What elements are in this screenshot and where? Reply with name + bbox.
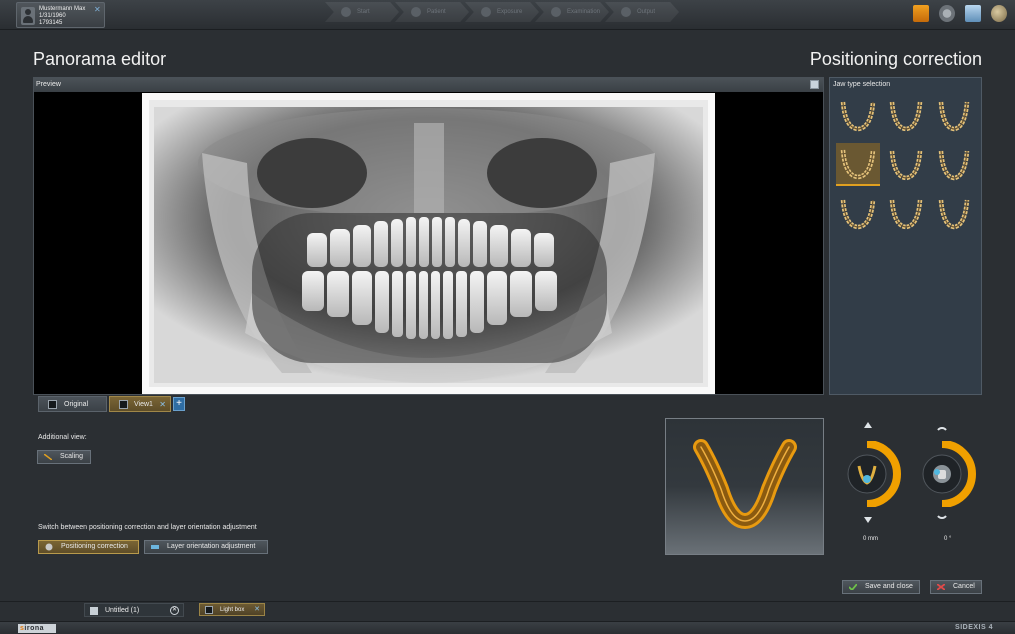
arrow-down-icon[interactable] [864, 517, 872, 523]
rotation-dial[interactable] [920, 441, 980, 507]
close-patient-icon[interactable]: ✕ [94, 6, 101, 14]
check-icon [849, 584, 857, 590]
close-document-icon[interactable]: ✕ [170, 606, 179, 615]
close-tab-icon[interactable]: ✕ [159, 397, 166, 413]
ruler-icon [44, 454, 52, 460]
rotate-cw-icon[interactable] [936, 514, 948, 524]
save-and-close-button[interactable]: Save and close [842, 580, 920, 594]
computer-icon[interactable] [965, 5, 981, 22]
lightbox-icon [205, 606, 213, 614]
jaw-type-title: Jaw type selection [833, 81, 891, 88]
shift-dial[interactable] [845, 441, 905, 507]
rotate-ccw-icon[interactable] [936, 422, 948, 432]
top-bar: Mustermann Max 1/31/1960 1793145 ✕ Start… [0, 0, 1015, 30]
switch-label: Switch between positioning correction an… [38, 524, 257, 531]
jaw-type-option[interactable] [884, 143, 928, 186]
workflow-step-patient[interactable]: Patient [395, 2, 469, 22]
panoramic-xray-image[interactable] [142, 93, 715, 394]
jaw-arch-icon [840, 101, 876, 131]
jaw-type-option[interactable] [932, 143, 976, 186]
jaw-arch-icon [840, 199, 876, 229]
preview-panel: Preview [33, 77, 824, 395]
document-tab-untitled[interactable]: Untitled (1) ✕ [84, 603, 184, 617]
layer-icon [151, 545, 159, 549]
tab-view1[interactable]: View1 ✕ [109, 396, 171, 412]
examination-icon [551, 7, 561, 17]
tooth-icon [45, 543, 53, 551]
workflow-step-output[interactable]: Output [605, 2, 679, 22]
jaw-arch-icon [889, 199, 923, 229]
cross-icon [937, 584, 945, 590]
add-view-button[interactable]: + [173, 397, 185, 411]
patient-icon [411, 7, 421, 17]
status-bar: sirona SIDEXIS 4 [0, 621, 1015, 634]
page-title: Panorama editor [33, 49, 167, 69]
workflow-steps: Start Patient Exposure Examination Outpu… [325, 2, 679, 22]
additional-view-label: Additional view: [38, 434, 87, 441]
jaw-type-option[interactable] [932, 192, 976, 235]
bottom-separator [0, 601, 1015, 602]
maximize-icon[interactable] [810, 80, 819, 89]
jaw-type-panel: Jaw type selection [829, 77, 982, 395]
tab-original[interactable]: Original [38, 396, 107, 412]
jaw-type-grid [836, 94, 978, 235]
lightbox-tab[interactable]: Light box ✕ [199, 603, 265, 616]
image-icon [119, 400, 128, 409]
sirona-logo: sirona [18, 624, 56, 633]
rotation-value: 0 ° [944, 536, 952, 542]
patient-avatar-icon [21, 7, 35, 25]
layer-orientation-button[interactable]: Layer orientation adjustment [144, 540, 268, 554]
arrow-up-icon[interactable] [864, 422, 872, 428]
patient-name: Mustermann Max [39, 6, 86, 12]
book-icon[interactable] [913, 5, 929, 22]
scaling-button[interactable]: Scaling [37, 450, 91, 464]
jaw-type-option[interactable] [884, 192, 928, 235]
preview-label: Preview [36, 81, 61, 88]
jaw-arch-icon [840, 149, 876, 179]
workflow-step-start[interactable]: Start [325, 2, 399, 22]
save-icon [90, 607, 98, 615]
jaw-type-option[interactable] [836, 192, 880, 235]
xray-svg [142, 93, 715, 394]
close-lightbox-icon[interactable]: ✕ [254, 604, 260, 616]
jaw-arch-icon [938, 199, 970, 229]
section-title: Positioning correction [809, 49, 982, 69]
patient-id: 1793145 [39, 20, 63, 26]
gear-icon[interactable] [939, 5, 955, 22]
positioning-correction-button[interactable]: Positioning correction [38, 540, 139, 554]
top-toolbar [913, 5, 1007, 22]
jaw-type-option[interactable] [884, 94, 928, 137]
jaw-arch-icon [889, 150, 923, 180]
jaw-layer-svg [693, 439, 797, 530]
jaw-type-option[interactable] [836, 143, 880, 186]
jaw-type-option[interactable] [836, 94, 880, 137]
adjustment-dials: 0 mm 0 ° [840, 418, 990, 548]
workflow-step-examination[interactable]: Examination [535, 2, 609, 22]
workflow-step-exposure[interactable]: Exposure [465, 2, 539, 22]
patient-card[interactable]: Mustermann Max 1/31/1960 1793145 ✕ [16, 2, 105, 28]
jaw-arch-icon [889, 101, 923, 131]
jaw-arch-icon [938, 101, 970, 131]
patient-dob: 1/31/1960 [39, 13, 66, 19]
preview-header: Preview [34, 78, 823, 92]
cancel-button[interactable]: Cancel [930, 580, 982, 594]
sidexis-logo: SIDEXIS 4 [955, 624, 993, 631]
start-icon [341, 7, 351, 17]
layer-diagram [665, 418, 824, 555]
output-icon [621, 7, 631, 17]
jaw-type-option[interactable] [932, 94, 976, 137]
jaw-arch-icon [938, 150, 970, 180]
image-icon [48, 400, 57, 409]
globe-icon[interactable] [991, 5, 1007, 22]
exposure-icon [481, 7, 491, 17]
shift-value: 0 mm [863, 536, 879, 542]
